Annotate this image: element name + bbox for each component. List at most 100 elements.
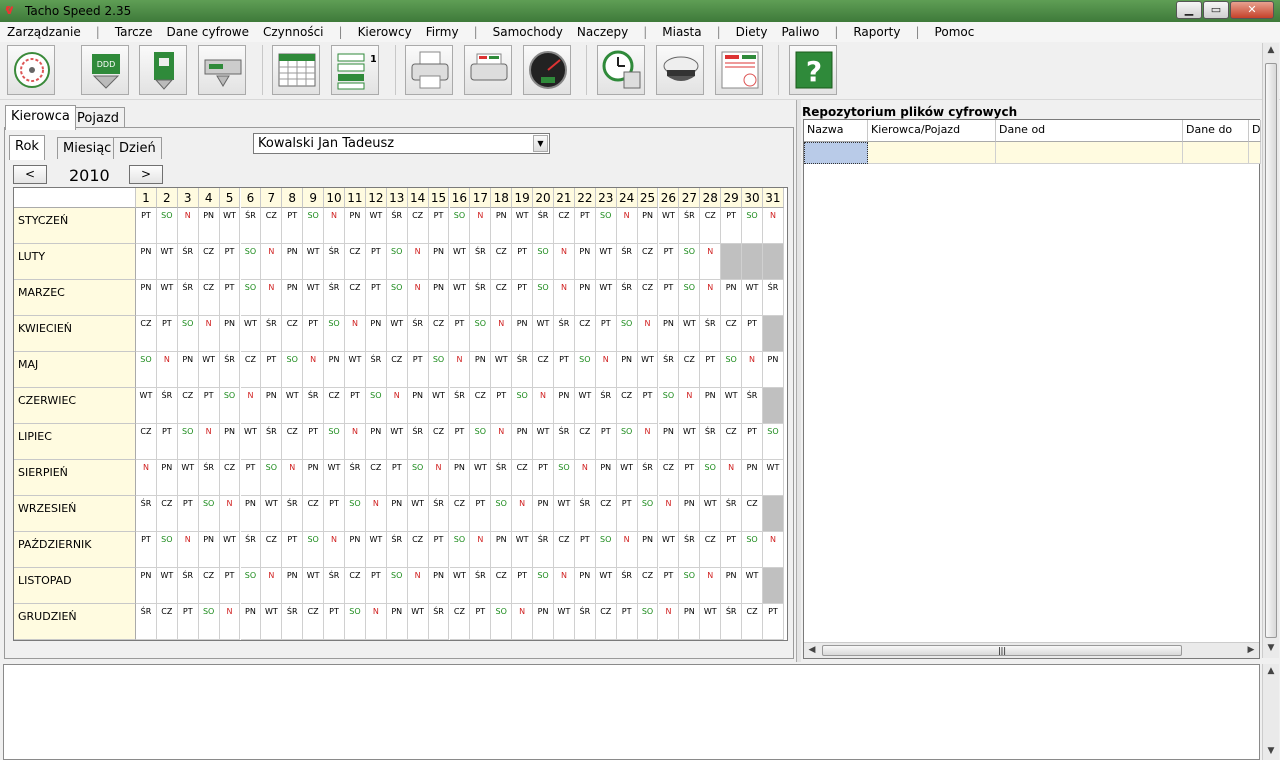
- day-cell[interactable]: N: [177, 532, 199, 568]
- day-cell[interactable]: ŚR: [470, 568, 492, 604]
- menu-item[interactable]: Diety: [729, 25, 775, 39]
- day-cell[interactable]: PN: [136, 280, 157, 316]
- day-cell[interactable]: PT: [470, 496, 492, 532]
- column-header[interactable]: Dane od: [996, 120, 1183, 142]
- day-cell[interactable]: WT: [303, 568, 325, 604]
- day-cell[interactable]: ŚR: [595, 388, 617, 424]
- column-header[interactable]: D: [1249, 120, 1261, 142]
- day-cell[interactable]: WT: [700, 496, 722, 532]
- day-cell[interactable]: PN: [177, 352, 199, 388]
- day-cell[interactable]: CZ: [428, 316, 450, 352]
- day-cell[interactable]: ŚR: [616, 244, 638, 280]
- day-cell[interactable]: N: [554, 568, 575, 604]
- day-cell[interactable]: SO: [742, 532, 763, 568]
- menu-item[interactable]: Naczepy: [570, 25, 635, 39]
- day-cell[interactable]: CZ: [658, 460, 680, 496]
- day-cell[interactable]: WT: [240, 316, 262, 352]
- chevron-down-icon[interactable]: ▼: [533, 135, 548, 152]
- day-cell[interactable]: PN: [407, 388, 429, 424]
- tab-rok[interactable]: Rok: [9, 135, 45, 160]
- day-cell[interactable]: ŚR: [345, 460, 366, 496]
- day-cell[interactable]: SO: [177, 424, 199, 460]
- day-cell[interactable]: PT: [407, 352, 429, 388]
- day-cell[interactable]: PN: [303, 460, 325, 496]
- day-cell[interactable]: ŚR: [365, 352, 387, 388]
- day-cell[interactable]: CZ: [700, 208, 722, 244]
- day-cell[interactable]: PT: [763, 604, 784, 640]
- day-cell[interactable]: N: [428, 460, 450, 496]
- day-cell[interactable]: ŚR: [554, 424, 575, 460]
- day-cell[interactable]: PN: [637, 208, 659, 244]
- day-cell[interactable]: WT: [136, 388, 157, 424]
- day-cell[interactable]: ŚR: [616, 568, 638, 604]
- menu-item[interactable]: Dane cyfrowe: [159, 25, 256, 39]
- column-header[interactable]: Nazwa: [804, 120, 868, 142]
- day-cell[interactable]: PN: [679, 604, 701, 640]
- day-cell[interactable]: PN: [282, 244, 304, 280]
- day-cell[interactable]: N: [177, 208, 199, 244]
- day-cell[interactable]: ŚR: [324, 280, 345, 316]
- day-cell[interactable]: SO: [533, 568, 554, 604]
- day-cell[interactable]: PN: [136, 568, 157, 604]
- day-cell[interactable]: PT: [219, 568, 241, 604]
- day-cell[interactable]: PT: [136, 532, 157, 568]
- day-cell[interactable]: PT: [428, 208, 450, 244]
- day-cell[interactable]: ŚR: [512, 352, 534, 388]
- day-cell[interactable]: PT: [386, 460, 408, 496]
- day-cell[interactable]: WT: [595, 568, 617, 604]
- day-cell[interactable]: PN: [574, 280, 596, 316]
- day-cell[interactable]: PN: [428, 568, 450, 604]
- day-cell[interactable]: ŚR: [574, 496, 596, 532]
- day-cell[interactable]: WT: [763, 460, 784, 496]
- day-cell[interactable]: CZ: [156, 496, 178, 532]
- day-cell[interactable]: CZ: [742, 496, 763, 532]
- menu-item[interactable]: Zarządzanie: [0, 25, 88, 39]
- day-cell[interactable]: WT: [616, 460, 638, 496]
- day-cell[interactable]: PT: [721, 208, 743, 244]
- day-cell[interactable]: WT: [261, 496, 283, 532]
- scroll-up-icon[interactable]: ▲: [1263, 664, 1279, 679]
- day-cell[interactable]: ŚR: [554, 316, 575, 352]
- day-cell[interactable]: SO: [533, 244, 554, 280]
- day-cell[interactable]: SO: [198, 496, 220, 532]
- next-year-button[interactable]: >: [129, 165, 163, 184]
- day-cell[interactable]: PN: [533, 496, 554, 532]
- day-cell[interactable]: SO: [365, 388, 387, 424]
- day-cell[interactable]: PT: [345, 388, 366, 424]
- day-cell[interactable]: N: [261, 280, 283, 316]
- day-cell[interactable]: CZ: [533, 352, 554, 388]
- day-cell[interactable]: ŚR: [282, 496, 304, 532]
- day-cell[interactable]: CZ: [303, 496, 325, 532]
- day-cell[interactable]: SO: [136, 352, 157, 388]
- day-cell[interactable]: WT: [742, 280, 763, 316]
- menu-item[interactable]: Czynności: [256, 25, 331, 39]
- day-cell[interactable]: PN: [365, 424, 387, 460]
- day-cell[interactable]: CZ: [282, 316, 304, 352]
- day-cell[interactable]: PT: [512, 280, 534, 316]
- day-cell[interactable]: WT: [386, 424, 408, 460]
- day-cell[interactable]: PN: [219, 316, 241, 352]
- day-cell[interactable]: CZ: [177, 388, 199, 424]
- column-header[interactable]: Kierowca/Pojazd: [868, 120, 996, 142]
- day-cell[interactable]: SO: [658, 388, 680, 424]
- day-cell[interactable]: PN: [282, 568, 304, 604]
- day-cell[interactable]: WT: [303, 280, 325, 316]
- day-cell[interactable]: SO: [428, 352, 450, 388]
- day-cell[interactable]: WT: [595, 280, 617, 316]
- scroll-left-icon[interactable]: ◀: [804, 643, 820, 658]
- day-cell[interactable]: SO: [679, 244, 701, 280]
- close-button[interactable]: ✕: [1230, 1, 1274, 19]
- day-cell[interactable]: PN: [721, 280, 743, 316]
- day-cell[interactable]: N: [198, 424, 220, 460]
- tab-dzien[interactable]: Dzień: [113, 137, 162, 159]
- day-cell[interactable]: N: [700, 244, 722, 280]
- day-cell[interactable]: CZ: [637, 568, 659, 604]
- day-cell[interactable]: WT: [679, 316, 701, 352]
- day-cell[interactable]: N: [219, 496, 241, 532]
- day-cell[interactable]: WT: [219, 532, 241, 568]
- day-cell[interactable]: ŚR: [386, 208, 408, 244]
- day-cell[interactable]: PN: [533, 604, 554, 640]
- day-cell[interactable]: N: [345, 424, 366, 460]
- day-cell[interactable]: PN: [136, 244, 157, 280]
- day-cell[interactable]: PN: [721, 568, 743, 604]
